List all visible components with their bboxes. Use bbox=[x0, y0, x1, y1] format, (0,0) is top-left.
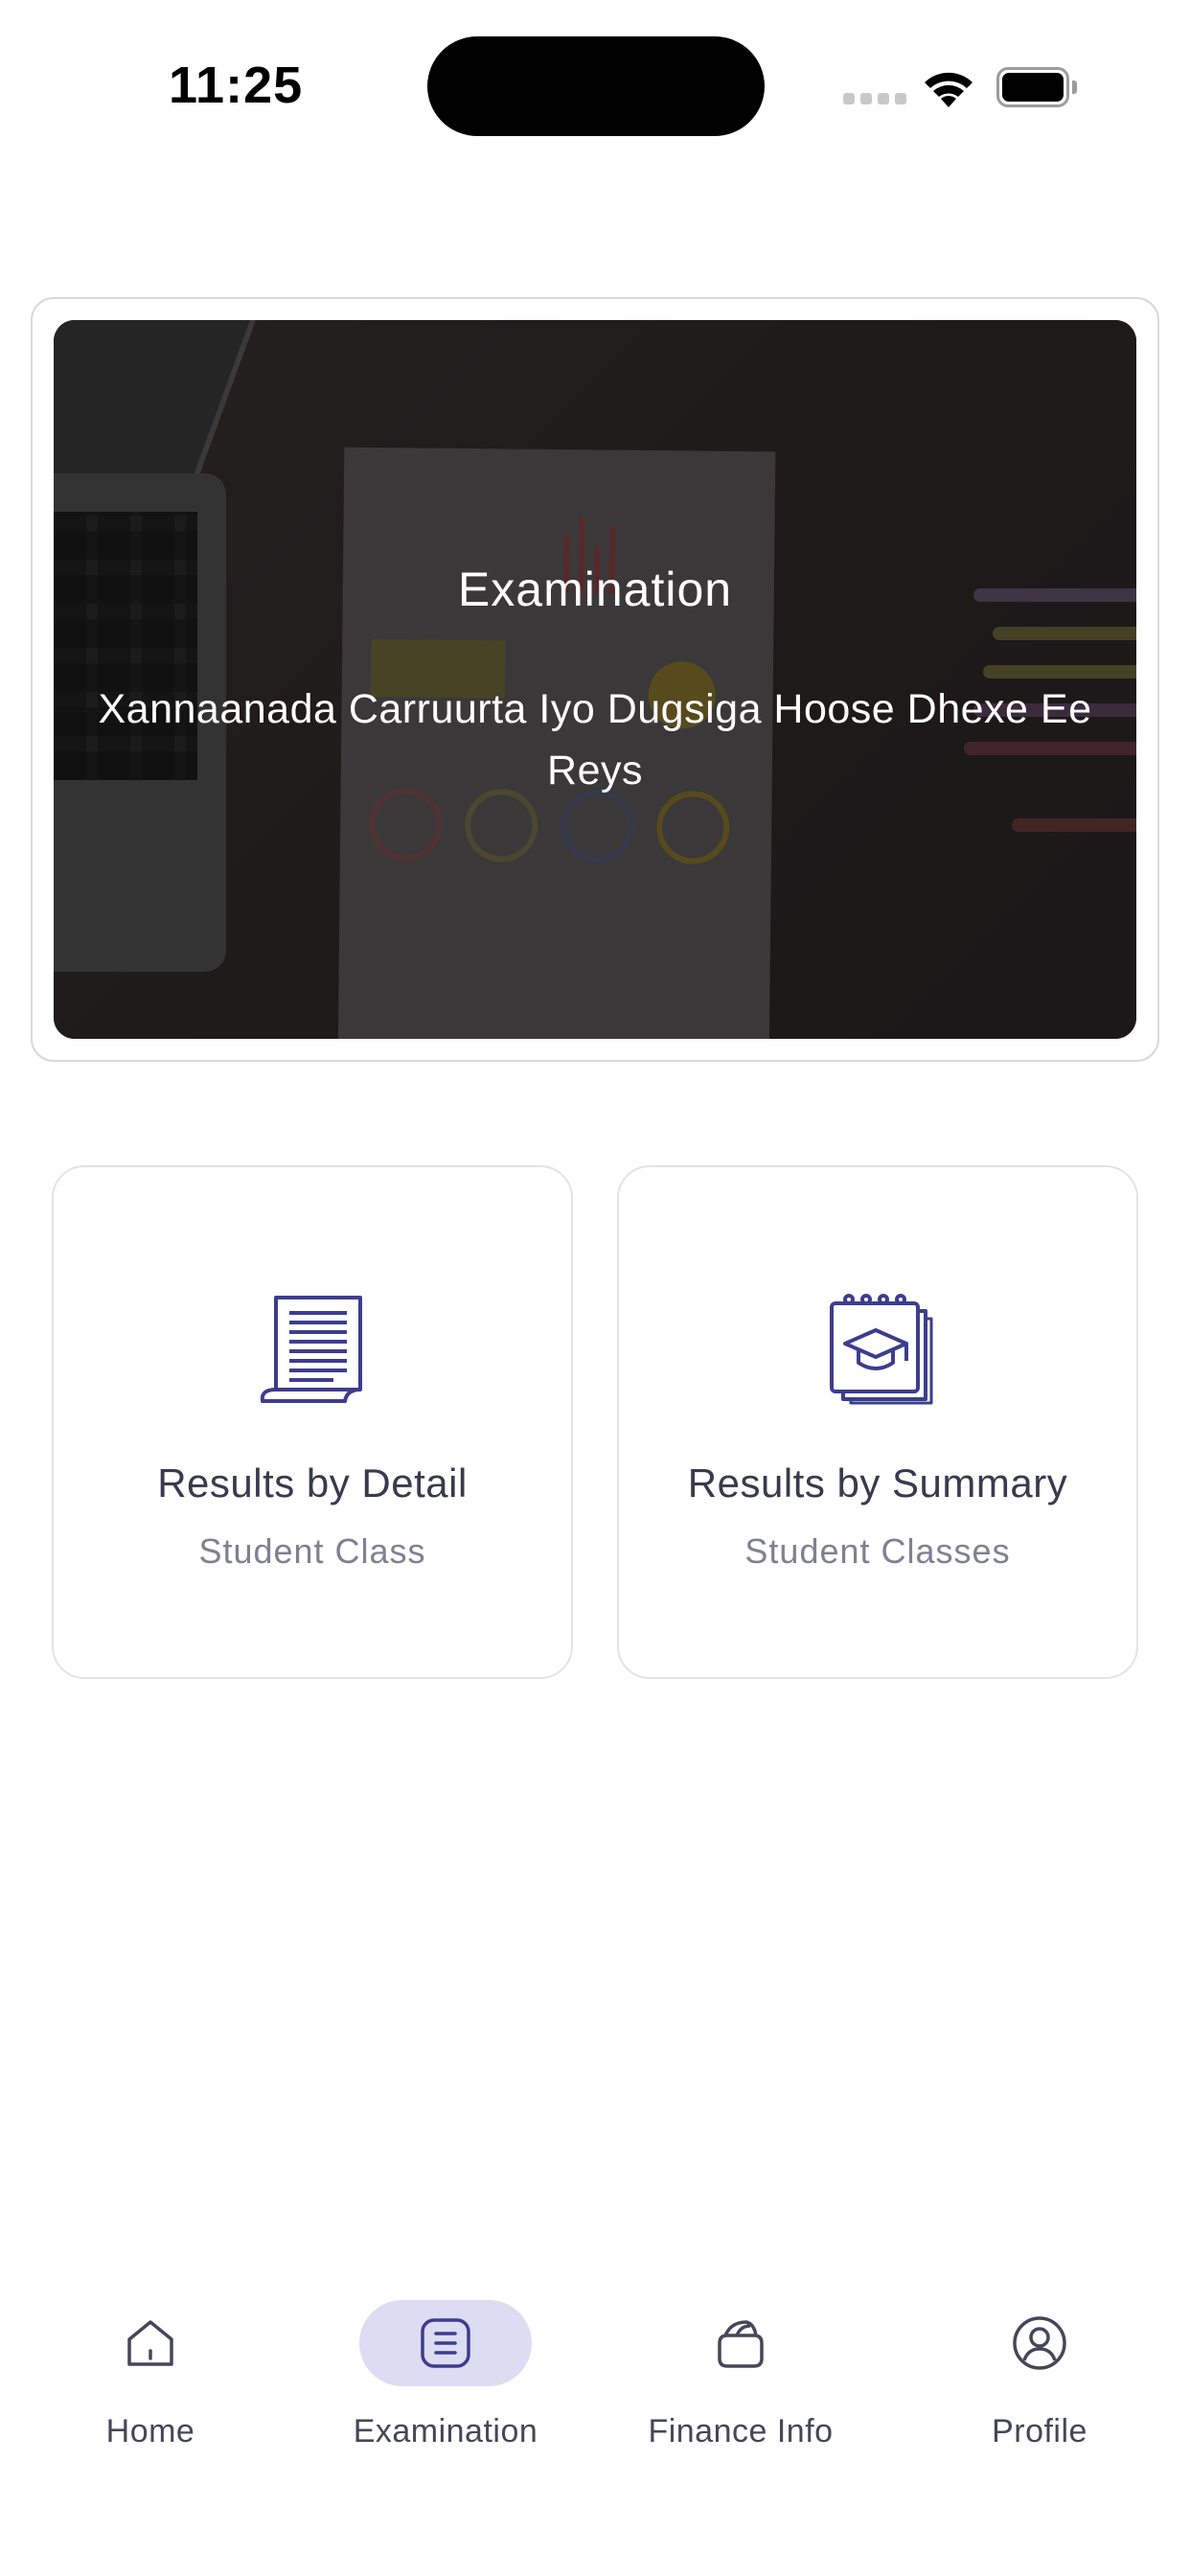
card-title: Results by Detail bbox=[157, 1460, 468, 1506]
banner-card: Examination Xannaanada Carruurta Iyo Dug… bbox=[31, 297, 1159, 1062]
examination-screen: 11:25 Examination Xannaanada Carruurta I… bbox=[0, 0, 1190, 2576]
results-by-detail-card[interactable]: Results by Detail Student Class bbox=[52, 1165, 573, 1679]
card-subtitle: Student Classes bbox=[744, 1531, 1011, 1571]
battery-icon bbox=[996, 67, 1077, 107]
banner-image: Examination Xannaanada Carruurta Iyo Dug… bbox=[54, 320, 1136, 1039]
graduation-notebook-icon bbox=[830, 1294, 933, 1405]
document-list-icon bbox=[260, 1296, 362, 1403]
nav-item-finance-info[interactable]: Finance Info bbox=[597, 2300, 884, 2492]
nav-item-profile[interactable]: Profile bbox=[896, 2300, 1183, 2492]
home-icon bbox=[127, 2320, 173, 2366]
nav-label: Examination bbox=[353, 2413, 538, 2450]
cellular-signal-icon bbox=[843, 93, 906, 104]
card-subtitle: Student Class bbox=[198, 1531, 426, 1571]
wifi-icon bbox=[925, 72, 973, 107]
status-bar: 11:25 bbox=[0, 0, 1190, 172]
nav-item-home[interactable]: Home bbox=[7, 2300, 294, 2492]
profile-icon bbox=[1013, 2316, 1066, 2370]
finance-icon bbox=[718, 2320, 764, 2368]
banner-subtitle: Xannaanada Carruurta Iyo Dugsiga Hoose D… bbox=[98, 686, 1092, 794]
examination-icon bbox=[421, 2318, 470, 2368]
bottom-navigation: Home Examination Finance Info Profile bbox=[0, 2281, 1190, 2511]
results-by-summary-card[interactable]: Results by Summary Student Classes bbox=[617, 1165, 1138, 1679]
status-time: 11:25 bbox=[169, 57, 304, 114]
nav-label: Profile bbox=[992, 2413, 1087, 2450]
nav-label: Finance Info bbox=[648, 2413, 834, 2450]
card-title: Results by Summary bbox=[687, 1460, 1068, 1506]
dynamic-island bbox=[427, 36, 765, 136]
nav-item-examination[interactable]: Examination bbox=[302, 2300, 589, 2492]
banner-title: Examination bbox=[457, 563, 733, 616]
nav-label: Home bbox=[105, 2413, 195, 2450]
